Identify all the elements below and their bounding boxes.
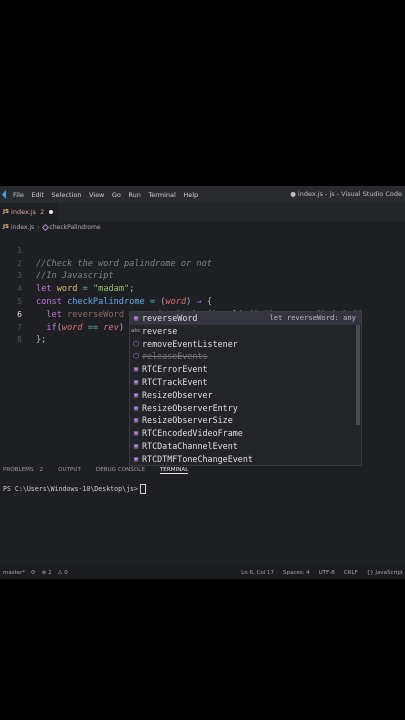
variable-icon: ▣ xyxy=(133,403,139,412)
abc-icon: abc xyxy=(131,327,141,334)
suggestion-scrollbar[interactable] xyxy=(356,325,360,425)
suggestion-item[interactable]: ▣ RTCDataChannelEvent xyxy=(130,440,361,453)
breadcrumb: JS index.js › checkPalindrome xyxy=(0,222,101,232)
terminal-cursor xyxy=(139,484,146,494)
tab-problem-count: 2 xyxy=(40,208,45,216)
panel-tab-bar: PROBLEMS 2 OUTPUT DEBUG CONSOLE TERMINAL xyxy=(0,464,405,476)
javascript-file-icon: JS xyxy=(3,209,10,215)
suggestion-item[interactable]: abc reverse xyxy=(130,325,361,338)
code-line: 1 //Check the word palindrome or not xyxy=(0,232,405,269)
encoding[interactable]: UTF-8 xyxy=(319,570,335,576)
menu-bar: File Edit Selection View Go Run Terminal… xyxy=(0,186,405,203)
window-title: ● index.js - js - Visual Studio Code xyxy=(290,190,402,198)
vscode-logo-icon xyxy=(1,190,7,199)
cursor-position[interactable]: Ln 6, Col 17 xyxy=(241,570,274,576)
suggestion-item[interactable]: ⬡ releaseEvents xyxy=(130,350,361,363)
tab-label: index.js xyxy=(11,208,37,216)
variable-icon: ▣ xyxy=(133,429,139,438)
breadcrumb-symbol[interactable]: checkPalindrome xyxy=(50,224,101,231)
suggestion-item[interactable]: ⬡ removeEventListener xyxy=(130,338,361,351)
terminal-prompt: PS C:\Users\Windows-10\Desktop\js> xyxy=(3,485,138,493)
tab-terminal[interactable]: TERMINAL xyxy=(159,467,189,474)
sync-icon[interactable]: ⟳ xyxy=(31,570,36,576)
variable-icon: ▣ xyxy=(133,365,139,374)
warnings-status[interactable]: ⚠ 0 xyxy=(58,570,68,576)
menu-selection[interactable]: Selection xyxy=(51,191,81,199)
code-line: 4 const checkPalindrome = (word) ⇒ { xyxy=(0,270,405,307)
terminal[interactable]: PS C:\Users\Windows-10\Desktop\js> xyxy=(3,484,146,494)
menu-help[interactable]: Help xyxy=(183,191,198,199)
unsaved-dot-icon[interactable] xyxy=(49,210,54,214)
suggestion-detail: let reverseWord: any xyxy=(269,313,356,322)
git-branch[interactable]: master* xyxy=(3,570,25,576)
suggestion-item[interactable]: ▣ ResizeObserverEntry xyxy=(130,402,361,415)
suggestion-item[interactable]: ▣ RTCTrackEvent xyxy=(130,376,361,389)
menu-go[interactable]: Go xyxy=(112,191,121,199)
breadcrumb-file[interactable]: index.js xyxy=(11,224,34,231)
problems-count: 2 xyxy=(39,467,44,473)
menu-file[interactable]: File xyxy=(13,191,24,199)
tab-bar: JS index.js 2 xyxy=(0,203,405,221)
variable-icon: ▣ xyxy=(133,377,139,386)
javascript-file-icon: JS xyxy=(3,224,10,230)
variable-icon: ▣ xyxy=(133,390,139,399)
function-icon xyxy=(41,223,49,231)
variable-icon: ▣ xyxy=(133,441,139,450)
tab-output[interactable]: OUTPUT xyxy=(58,467,81,473)
code-line-active: 6 if(word == rev) xyxy=(0,296,405,333)
code-line: 5 let reverseWord = word.toString().spli… xyxy=(0,283,405,320)
menu-terminal[interactable]: Terminal xyxy=(148,191,175,199)
suggestion-item[interactable]: ▣ RTCErrorEvent xyxy=(130,363,361,376)
tab-problems[interactable]: PROBLEMS 2 xyxy=(3,467,43,473)
method-icon: ⬡ xyxy=(132,339,140,348)
tab-debug-console[interactable]: DEBUG CONSOLE xyxy=(96,467,145,473)
suggestion-widget[interactable]: ▣ reverseWord let reverseWord: any abc r… xyxy=(129,311,362,466)
code-line: 3 let word = "madam"; xyxy=(0,258,405,294)
language-mode[interactable]: {} JavaScript xyxy=(367,570,403,576)
menu-run[interactable]: Run xyxy=(128,191,140,199)
suggestion-item[interactable]: ▣ ResizeObserver xyxy=(130,389,361,402)
status-bar: master* ⟳ ⊗ 2 ⚠ 0 Ln 6, Col 17 Spaces: 4… xyxy=(0,566,405,579)
indentation[interactable]: Spaces: 4 xyxy=(283,570,310,576)
tab-index-js[interactable]: JS index.js 2 xyxy=(0,203,58,221)
suggestion-item[interactable]: ▣ RTCEncodedVideoFrame xyxy=(130,427,361,440)
line-ending[interactable]: CRLF xyxy=(344,570,358,576)
suggestion-item[interactable]: ▣ ResizeObserverSize xyxy=(130,414,361,427)
variable-icon: ▣ xyxy=(133,416,139,425)
code-line: 2 //In Javascript xyxy=(0,245,405,282)
vscode-window: File Edit Selection View Go Run Terminal… xyxy=(0,186,405,579)
suggestion-item[interactable]: ▣ reverseWord let reverseWord: any xyxy=(130,312,361,325)
menu-edit[interactable]: Edit xyxy=(31,191,44,199)
menu-view[interactable]: View xyxy=(89,191,104,199)
method-icon: ⬡ xyxy=(132,352,140,361)
line-number: 8 xyxy=(17,335,22,345)
variable-icon: ▣ xyxy=(133,314,139,322)
chevron-right-icon: › xyxy=(37,223,40,231)
errors-status[interactable]: ⊗ 2 xyxy=(42,570,52,576)
